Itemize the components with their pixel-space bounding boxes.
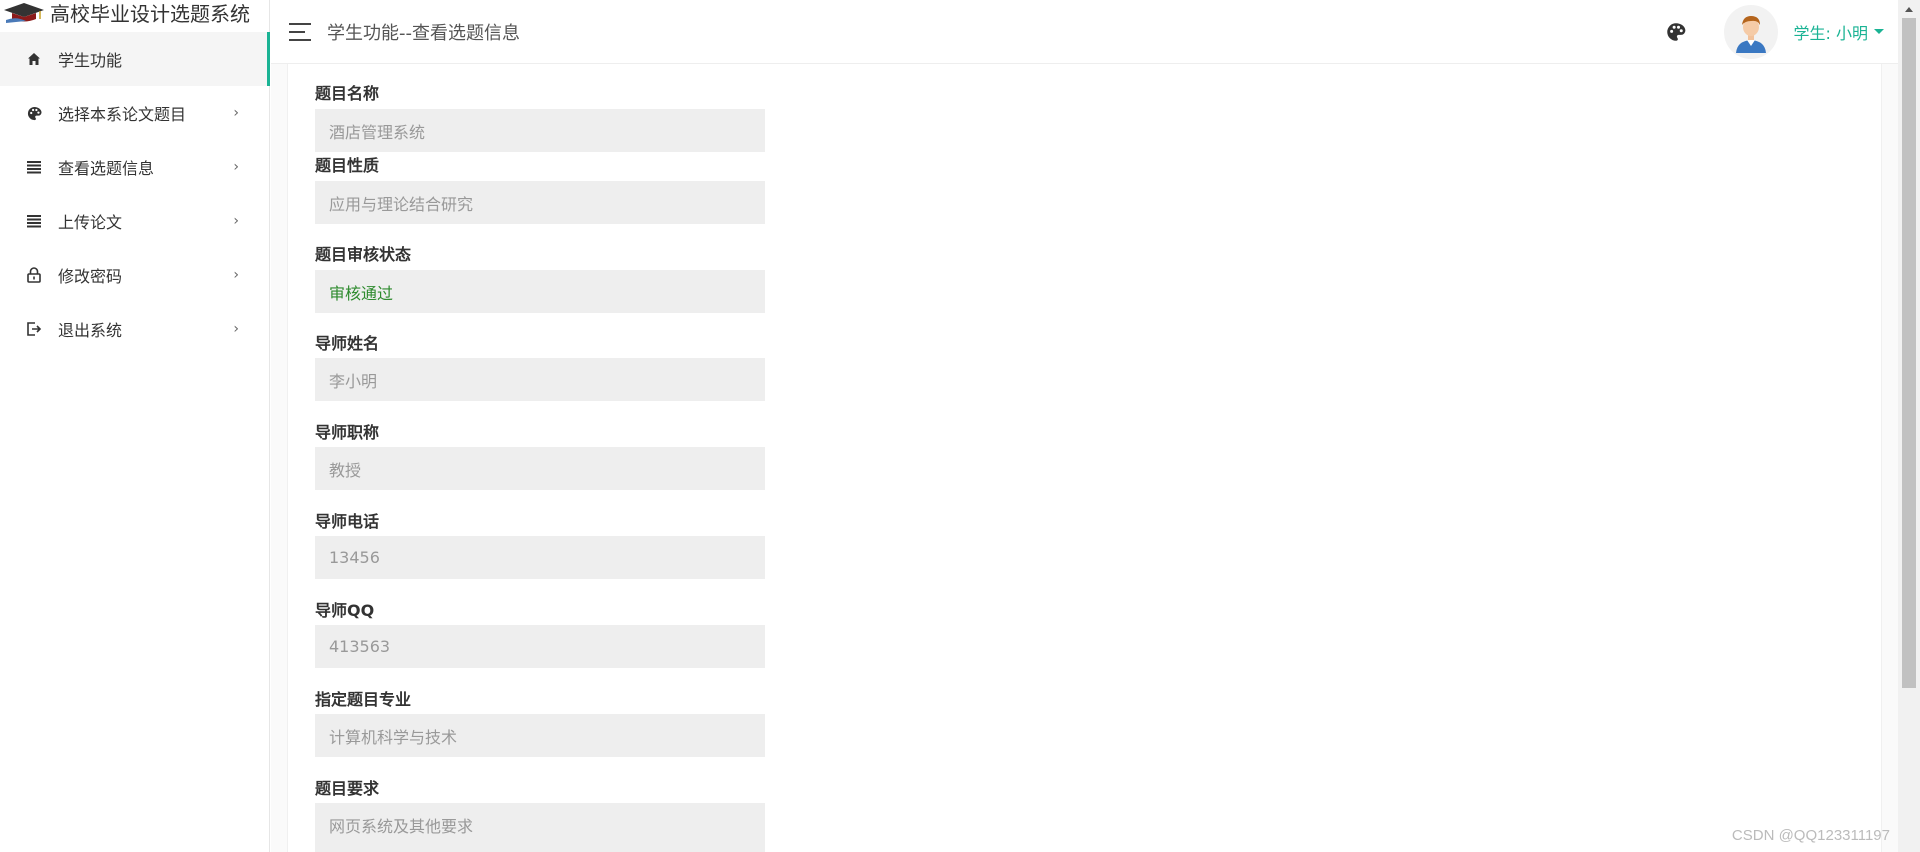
field-label-topic-nature: 题目性质 <box>315 156 380 175</box>
chevron-right-icon: › <box>233 213 239 229</box>
sidebar-item-label: 查看选题信息 <box>58 159 155 178</box>
caret-down-icon <box>1874 29 1884 34</box>
chevron-right-icon: › <box>233 159 239 175</box>
field-label-advisor-qq: 导师QQ <box>315 601 375 620</box>
sidebar-item-label: 上传论文 <box>58 213 123 232</box>
field-label-advisor-title: 导师职称 <box>315 423 380 442</box>
watermark: CSDN @QQ123311197 <box>1731 827 1890 844</box>
user-avatar-icon <box>1735 15 1766 53</box>
top-header: 学生功能--查看选题信息 学生: 小明 <box>271 0 1898 64</box>
sidebar-item-student-functions[interactable]: 学生功能 <box>0 32 270 86</box>
chevron-right-icon: › <box>233 105 239 121</box>
field-label-topic-name: 题目名称 <box>315 84 380 103</box>
topic-info-panel: 题目名称 酒店管理系统 题目性质 应用与理论结合研究 题目审核状态 审核通过 导… <box>287 64 1882 852</box>
field-label-topic-major: 指定题目专业 <box>315 690 412 709</box>
sidebar-item-label: 选择本系论文题目 <box>58 105 187 124</box>
topic-name-field: 酒店管理系统 <box>315 109 765 152</box>
sidebar-item-logout[interactable]: 退出系统 › <box>0 302 269 356</box>
chevron-right-icon: › <box>233 267 239 283</box>
app-window: 高校毕业设计选题系统 学生功能 选择本系论文题目 › 查看选题信息 › 上传论文… <box>0 0 1920 852</box>
sidebar-item-select-topic[interactable]: 选择本系论文题目 › <box>0 86 269 140</box>
scroll-up-arrow-icon[interactable] <box>1898 0 1920 18</box>
list-icon <box>26 213 42 229</box>
app-title: 高校毕业设计选题系统 <box>50 1 250 25</box>
sidebar-item-view-topic[interactable]: 查看选题信息 › <box>0 140 269 194</box>
sidebar-item-upload-thesis[interactable]: 上传论文 › <box>0 194 269 248</box>
chevron-right-icon: › <box>233 321 239 337</box>
field-label-review-status: 题目审核状态 <box>315 245 412 264</box>
advisor-name-field: 李小明 <box>315 358 765 401</box>
menu-toggle-icon[interactable] <box>289 22 311 41</box>
graduation-cap-logo-icon <box>4 3 44 23</box>
field-label-advisor-phone: 导师电话 <box>315 512 380 531</box>
sidebar-menu: 学生功能 选择本系论文题目 › 查看选题信息 › 上传论文 › 修改密码 › 退… <box>0 32 270 356</box>
home-icon <box>26 51 42 67</box>
advisor-qq-field: 413563 <box>315 625 765 668</box>
page-scrollbar[interactable] <box>1898 0 1920 852</box>
user-dropdown[interactable]: 学生: 小明 <box>1794 20 1884 44</box>
sidebar-item-change-password[interactable]: 修改密码 › <box>0 248 269 302</box>
page-title: 学生功能--查看选题信息 <box>327 22 520 44</box>
sidebar-item-label: 学生功能 <box>58 51 123 70</box>
logout-icon <box>26 321 42 337</box>
advisor-title-field: 教授 <box>315 447 765 490</box>
topic-requirements-field: 网页系统及其他要求 <box>315 803 765 852</box>
lock-icon <box>26 267 42 283</box>
topic-major-field: 计算机科学与技术 <box>315 714 765 757</box>
field-label-topic-requirements: 题目要求 <box>315 779 380 798</box>
advisor-phone-field: 13456 <box>315 536 765 579</box>
brand: 高校毕业设计选题系统 <box>0 0 269 24</box>
topic-nature-field: 应用与理论结合研究 <box>315 181 765 224</box>
sidebar: 高校毕业设计选题系统 学生功能 选择本系论文题目 › 查看选题信息 › 上传论文… <box>0 0 270 852</box>
sidebar-item-label: 修改密码 <box>58 267 123 286</box>
header-right: 学生: 小明 <box>1664 0 1898 64</box>
palette-icon <box>26 105 42 121</box>
field-label-advisor-name: 导师姓名 <box>315 334 380 353</box>
theme-palette-icon[interactable] <box>1664 20 1688 44</box>
scrollbar-thumb[interactable] <box>1902 18 1916 688</box>
user-name-label: 学生: 小明 <box>1793 23 1868 43</box>
review-status-field: 审核通过 <box>315 270 765 313</box>
list-icon <box>26 159 42 175</box>
avatar[interactable] <box>1723 4 1778 59</box>
sidebar-item-label: 退出系统 <box>58 321 123 340</box>
